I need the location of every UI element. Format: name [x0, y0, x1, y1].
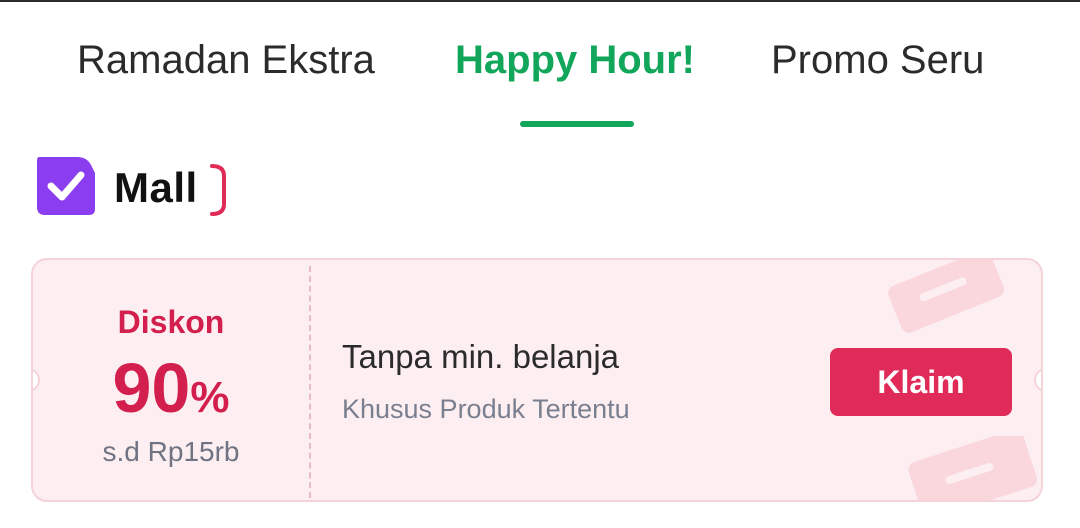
- discount-percent-sign: %: [190, 373, 230, 422]
- discount-label: Diskon: [117, 304, 225, 340]
- tab-promo-seru[interactable]: Promo Seru: [771, 38, 984, 83]
- discount-section: Diskon 90% s.d Rp15rb: [33, 260, 309, 500]
- tab-happy-hour[interactable]: Happy Hour!: [455, 38, 695, 83]
- discount-value: 90%: [33, 348, 309, 438]
- mall-bracket-icon: [210, 164, 226, 216]
- claim-button[interactable]: Klaim: [830, 348, 1012, 416]
- voucher-subtitle: Khusus Produk Tertentu: [342, 394, 630, 424]
- voucher-title: Tanpa min. belanja: [342, 338, 620, 375]
- tab-bar: Ramadan Ekstra Happy Hour! Promo Seru: [0, 0, 1080, 130]
- mall-label: Mall: [114, 164, 198, 211]
- dashed-divider: [309, 266, 311, 498]
- mall-check-icon: [37, 157, 95, 215]
- voucher-notch-right: [1034, 368, 1041, 392]
- ticket-decoration-icon: [888, 260, 1005, 333]
- discount-number: 90: [112, 349, 191, 427]
- ticket-decoration-icon: [908, 436, 1038, 500]
- tab-ramadan-ekstra[interactable]: Ramadan Ekstra: [77, 38, 375, 83]
- active-tab-indicator: [520, 121, 634, 127]
- max-discount: s.d Rp15rb: [102, 436, 240, 467]
- voucher-card: Diskon 90% s.d Rp15rb Tanpa min. belanja…: [31, 258, 1043, 502]
